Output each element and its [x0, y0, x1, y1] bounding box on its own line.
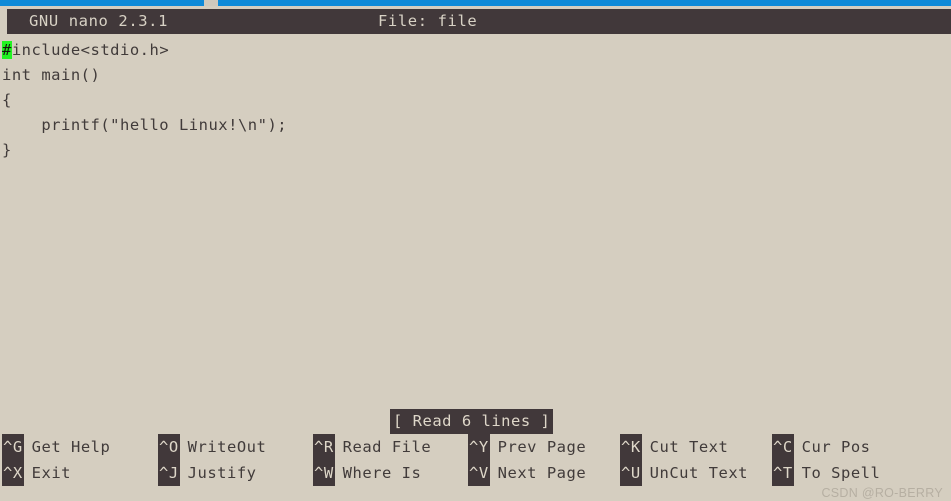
shortcut-label: UnCut Text — [649, 464, 748, 482]
app-version-label: GNU nano 2.3.1 — [29, 12, 169, 30]
nano-editor-window: GNU nano 2.3.1 File: file #include<stdio… — [0, 0, 951, 501]
shortcut-key-badge: ^X — [2, 460, 24, 486]
shortcut-item[interactable]: ^R Read File — [313, 434, 431, 460]
shortcut-item[interactable]: ^K Cut Text — [620, 434, 728, 460]
shortcut-key-badge: ^G — [2, 434, 24, 460]
shortcut-label: To Spell — [801, 464, 881, 482]
shortcut-key-badge: ^K — [620, 434, 642, 460]
code-line-text: printf("hello Linux!\n"); — [2, 116, 288, 134]
text-editing-area[interactable]: #include<stdio.h> int main() { printf("hel… — [0, 38, 951, 403]
code-line: printf("hello Linux!\n"); — [2, 113, 287, 138]
shortcut-label: Justify — [187, 464, 257, 482]
shortcut-row-1: ^G Get Help ^O WriteOut ^R Read File ^Y Prev Pa… — [0, 434, 951, 460]
shortcut-label: Read File — [342, 438, 432, 456]
shortcut-label: Exit — [31, 464, 71, 482]
shortcut-label: Where Is — [342, 464, 422, 482]
shortcut-item[interactable]: ^V Next Page — [468, 460, 586, 486]
text-cursor: # — [2, 41, 12, 59]
shortcut-item[interactable]: ^X Exit — [2, 460, 71, 486]
shortcut-label: WriteOut — [187, 438, 267, 456]
shortcut-label: Next Page — [497, 464, 587, 482]
bottom-padding — [0, 486, 951, 501]
shortcut-item[interactable]: ^O WriteOut — [158, 434, 266, 460]
shortcut-key-badge: ^U — [620, 460, 642, 486]
shortcut-item[interactable]: ^G Get Help — [2, 434, 110, 460]
code-line: #include<stdio.h> — [2, 38, 169, 63]
shortcut-help-bar: ^G Get Help ^O WriteOut ^R Read File ^Y Prev Pa… — [0, 434, 951, 486]
shortcut-key-badge: ^R — [313, 434, 335, 460]
status-message: [ Read 6 lines ] — [390, 409, 554, 434]
shortcut-key-badge: ^T — [772, 460, 794, 486]
shortcut-label: Cur Pos — [801, 438, 871, 456]
code-line-text: int main() — [2, 66, 101, 84]
shortcut-item[interactable]: ^T To Spell — [772, 460, 880, 486]
shortcut-item[interactable]: ^C Cur Pos — [772, 434, 871, 460]
shortcut-key-badge: ^J — [158, 460, 180, 486]
title-bar: GNU nano 2.3.1 File: file — [7, 9, 951, 34]
shortcut-label: Cut Text — [649, 438, 729, 456]
shortcut-key-badge: ^C — [772, 434, 794, 460]
code-line-text: } — [2, 141, 12, 159]
watermark-label: CSDN @RO-BERRY — [821, 486, 943, 500]
shortcut-key-badge: ^O — [158, 434, 180, 460]
shortcut-item[interactable]: ^U UnCut Text — [620, 460, 748, 486]
shortcut-row-2: ^X Exit ^J Justify ^W Where Is ^V Next Page ^U Un… — [0, 460, 951, 486]
code-line: } — [2, 138, 12, 163]
shortcut-key-badge: ^W — [313, 460, 335, 486]
shortcut-item[interactable]: ^Y Prev Page — [468, 434, 586, 460]
shortcut-item[interactable]: ^W Where Is — [313, 460, 421, 486]
code-line: { — [2, 88, 12, 113]
code-line: int main() — [2, 63, 100, 88]
shortcut-label: Get Help — [31, 438, 111, 456]
shortcut-key-badge: ^Y — [468, 434, 490, 460]
shortcut-item[interactable]: ^J Justify — [158, 460, 257, 486]
file-name-label: File: file — [378, 12, 478, 30]
code-line-text: include<stdio.h> — [11, 41, 170, 59]
shortcut-label: Prev Page — [497, 438, 587, 456]
code-line-text: { — [2, 91, 12, 109]
shortcut-key-badge: ^V — [468, 460, 490, 486]
